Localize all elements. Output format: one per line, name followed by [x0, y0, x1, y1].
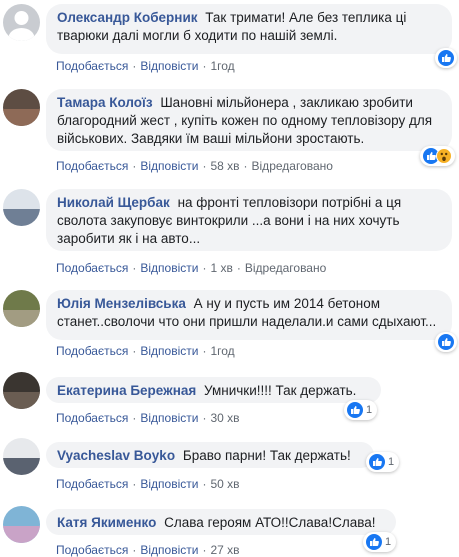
- avatar[interactable]: [3, 290, 40, 327]
- like-icon: [347, 402, 363, 418]
- comment-bubble: Олександр Коберник Так тримати! Але без …: [46, 4, 452, 54]
- reactions-summary[interactable]: [420, 146, 455, 166]
- avatar[interactable]: [3, 438, 40, 475]
- like-link[interactable]: Подобається: [56, 159, 128, 173]
- comment-author[interactable]: Vyacheslav Boyko: [57, 448, 175, 463]
- comment-bubble: Екатерина Бережная Умнички!!!! Так держа…: [46, 377, 381, 403]
- like-icon: [366, 534, 382, 550]
- reactions-summary[interactable]: 1: [344, 400, 378, 420]
- reply-link[interactable]: Відповісти: [140, 59, 198, 73]
- comment-time[interactable]: 58 хв: [210, 159, 239, 173]
- comment-text: Умнички!!!! Так держать.: [204, 383, 357, 398]
- reaction-count: 1: [385, 536, 392, 548]
- reaction-count: 1: [366, 404, 373, 416]
- reply-link[interactable]: Відповісти: [140, 411, 198, 425]
- comment-time[interactable]: 1год: [210, 59, 234, 73]
- reply-link[interactable]: Відповісти: [140, 344, 198, 358]
- comment-actions: Подобається · Відповісти · 1год: [56, 59, 235, 73]
- comment-time[interactable]: 1год: [210, 344, 234, 358]
- reply-link[interactable]: Відповісти: [140, 477, 198, 491]
- comment-bubble: Катя Якименко Слава героям АТО!!Слава!Сл…: [46, 509, 396, 535]
- comment-author[interactable]: Николай Щербак: [57, 195, 170, 210]
- like-icon: [438, 334, 454, 350]
- comment-time[interactable]: 27 хв: [210, 543, 239, 557]
- reactions-summary[interactable]: [435, 332, 457, 352]
- like-link[interactable]: Подобається: [56, 477, 128, 491]
- avatar[interactable]: [3, 189, 40, 226]
- like-link[interactable]: Подобається: [56, 543, 128, 557]
- comment-actions: Подобається · Відповісти · 1 хв · Відредагован…: [56, 261, 327, 275]
- reactions-summary[interactable]: 1: [363, 532, 397, 552]
- comment-author[interactable]: Екатерина Бережная: [57, 383, 196, 398]
- comment-actions: Подобається · Відповісти · 50 хв: [56, 477, 240, 491]
- like-link[interactable]: Подобається: [56, 344, 128, 358]
- avatar[interactable]: [3, 89, 40, 126]
- reply-link[interactable]: Відповісти: [140, 261, 198, 275]
- comment-bubble: Николай Щербак на фронті тепловізори пот…: [46, 189, 452, 251]
- default-avatar-icon: [8, 11, 35, 41]
- comment-time[interactable]: 50 хв: [210, 477, 239, 491]
- comment-text: Браво парни! Так держать!: [182, 448, 351, 463]
- comment-author[interactable]: Катя Якименко: [57, 515, 156, 530]
- avatar[interactable]: [3, 506, 40, 543]
- comment-time[interactable]: 1 хв: [210, 261, 232, 275]
- reaction-count: 1: [388, 456, 395, 468]
- like-link[interactable]: Подобається: [56, 261, 128, 275]
- reactions-summary[interactable]: 1: [366, 452, 400, 472]
- edited-link[interactable]: Відредаговано: [252, 159, 333, 173]
- comment-text: Слава героям АТО!!Слава!Слава!: [164, 515, 376, 530]
- wow-icon: [436, 148, 452, 164]
- comment-actions: Подобається · Відповісти · 58 хв · Відредагова…: [56, 159, 333, 173]
- reply-link[interactable]: Відповісти: [140, 543, 198, 557]
- edited-link[interactable]: Відредаговано: [245, 261, 326, 275]
- comment-bubble: Vyacheslav Boyko Браво парни! Так держат…: [46, 442, 374, 468]
- like-link[interactable]: Подобається: [56, 411, 128, 425]
- like-link[interactable]: Подобається: [56, 59, 128, 73]
- comment-actions: Подобається · Відповісти · 30 хв: [56, 411, 240, 425]
- comment-bubble: Тамара Колоїз Шановні мільйонера , закли…: [46, 89, 452, 151]
- comment-author[interactable]: Олександр Коберник: [57, 10, 198, 25]
- like-icon: [438, 50, 454, 66]
- comment-bubble: Юлія Мензелівська А ну и пусть им 2014 б…: [46, 290, 452, 340]
- reply-link[interactable]: Відповісти: [140, 159, 198, 173]
- like-icon: [369, 454, 385, 470]
- comment-author[interactable]: Юлія Мензелівська: [57, 296, 186, 311]
- comment-author[interactable]: Тамара Колоїз: [57, 95, 153, 110]
- comment-time[interactable]: 30 хв: [210, 411, 239, 425]
- comment-actions: Подобається · Відповісти · 27 хв: [56, 543, 240, 557]
- reactions-summary[interactable]: [435, 48, 457, 68]
- avatar[interactable]: [3, 4, 40, 41]
- comment-actions: Подобається · Відповісти · 1год: [56, 344, 235, 358]
- avatar[interactable]: [3, 372, 40, 409]
